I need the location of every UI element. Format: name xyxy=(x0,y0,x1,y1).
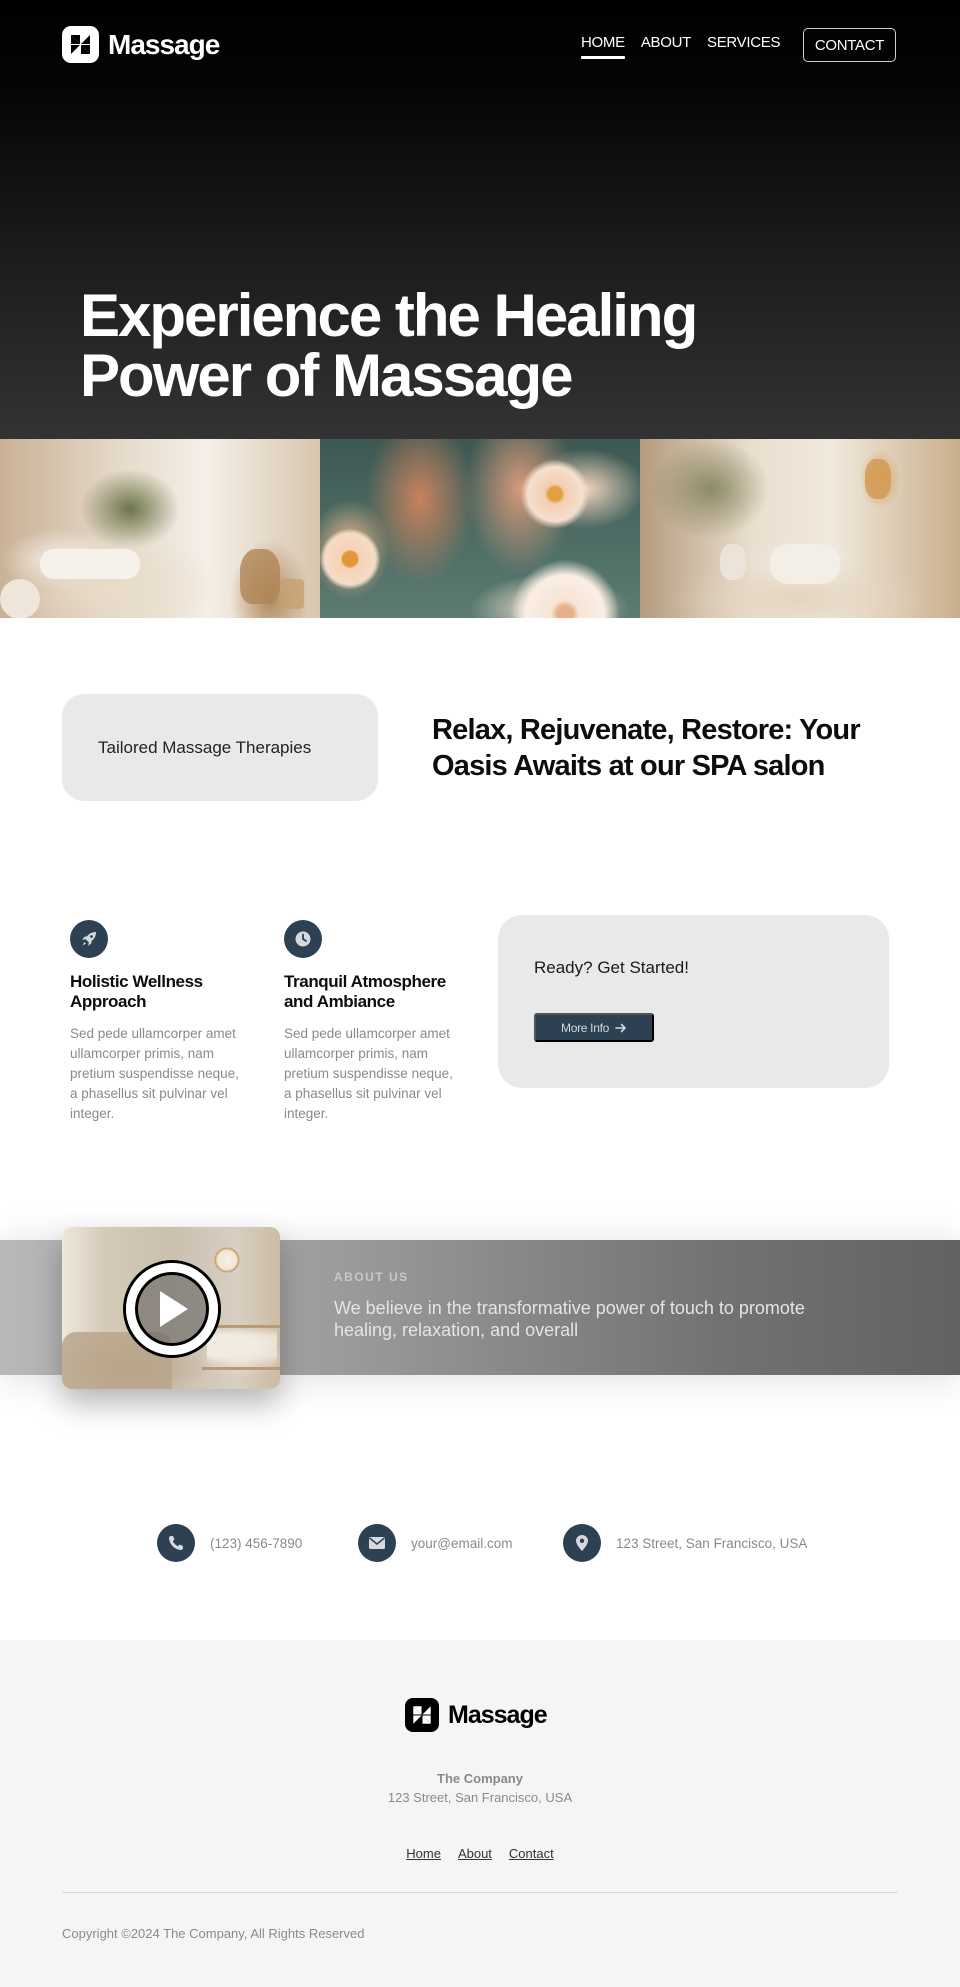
hero-section: Massage HOME ABOUT SERVICES CONTACT Expe… xyxy=(0,0,960,440)
play-icon xyxy=(160,1291,188,1327)
cta-title: Ready? Get Started! xyxy=(534,958,689,977)
footer-divider xyxy=(62,1892,898,1893)
more-info-label: More Info xyxy=(561,1020,609,1035)
phone-icon xyxy=(157,1524,195,1562)
envelope-icon xyxy=(358,1524,396,1562)
contact-phone-text: (123) 456-7890 xyxy=(210,1535,303,1551)
play-video-button[interactable] xyxy=(126,1263,218,1355)
footer-address: 123 Street, San Francisco, USA xyxy=(387,1790,573,1805)
hero-title-line-1: Experience the Healing xyxy=(80,282,698,349)
contact-address[interactable]: 123 Street, San Francisco, USA xyxy=(563,1524,807,1562)
footer-link-contact[interactable]: Contact xyxy=(509,1846,554,1861)
footer-logo-link[interactable]: Massage xyxy=(405,1698,548,1732)
gallery-image-spa-room xyxy=(0,439,320,618)
arrow-right-icon xyxy=(615,1023,626,1032)
about-video-thumbnail[interactable] xyxy=(62,1227,280,1389)
footer-logo-icon xyxy=(405,1698,439,1732)
contact-button[interactable]: CONTACT xyxy=(803,28,896,62)
footer-link-about[interactable]: About xyxy=(458,1846,492,1861)
gallery-image-towels-lamp xyxy=(640,439,960,618)
more-info-button[interactable]: More Info xyxy=(534,1013,654,1042)
feature-tranquil-atmosphere: Tranquil Atmosphere and Ambiance Sed ped… xyxy=(284,920,464,1124)
hero-title-line-2: Power of Massage xyxy=(80,342,574,409)
nav-about[interactable]: ABOUT xyxy=(641,34,691,59)
contact-email-text: your@email.com xyxy=(411,1535,513,1551)
contact-email[interactable]: your@email.com xyxy=(358,1524,512,1562)
cta-card: Ready? Get Started! More Info xyxy=(498,915,889,1088)
nav-home[interactable]: HOME xyxy=(581,34,625,59)
main-nav: HOME ABOUT SERVICES xyxy=(581,34,780,59)
about-label: ABOUT US xyxy=(334,1270,409,1284)
nav-services[interactable]: SERVICES xyxy=(707,34,780,59)
feature-holistic-wellness: Holistic Wellness Approach Sed pede ulla… xyxy=(70,920,250,1124)
intro-card-label: Tailored Massage Therapies xyxy=(98,737,312,757)
hero-title: Experience the Healing Power of Massage xyxy=(80,286,780,406)
feature-title: Holistic Wellness Approach xyxy=(70,972,203,1011)
map-pin-icon xyxy=(563,1524,601,1562)
about-text: We believe in the transformative power o… xyxy=(334,1298,805,1340)
contact-address-text: 123 Street, San Francisco, USA xyxy=(616,1535,808,1551)
footer-company-name: The Company xyxy=(437,1771,523,1786)
feature-text: Sed pede ullamcorper amet ullamcorper pr… xyxy=(284,1026,453,1121)
intro-card: Tailored Massage Therapies xyxy=(62,694,378,801)
footer-link-home[interactable]: Home xyxy=(406,1846,441,1861)
image-gallery xyxy=(0,439,960,618)
rocket-icon xyxy=(70,920,108,958)
intro-heading: Relax, Rejuvenate, Restore: Your Oasis A… xyxy=(432,714,861,782)
site-header: Massage HOME ABOUT SERVICES CONTACT xyxy=(0,0,960,90)
logo-link[interactable]: Massage xyxy=(62,26,220,63)
clock-icon xyxy=(284,920,322,958)
feature-title: Tranquil Atmosphere and Ambiance xyxy=(284,972,446,1011)
footer-logo-text: Massage xyxy=(448,1700,548,1729)
contact-phone[interactable]: (123) 456-7890 xyxy=(157,1524,302,1562)
logo-icon xyxy=(62,26,99,63)
copyright-text: Copyright ©2024 The Company, All Rights … xyxy=(62,1926,365,1941)
feature-text: Sed pede ullamcorper amet ullamcorper pr… xyxy=(70,1026,239,1121)
footer-nav: Home About Contact xyxy=(0,1846,960,1861)
logo-text: Massage xyxy=(108,28,220,60)
site-footer: Massage The Company 123 Street, San Fran… xyxy=(0,1640,960,1987)
gallery-image-feet-flowers xyxy=(320,439,640,618)
